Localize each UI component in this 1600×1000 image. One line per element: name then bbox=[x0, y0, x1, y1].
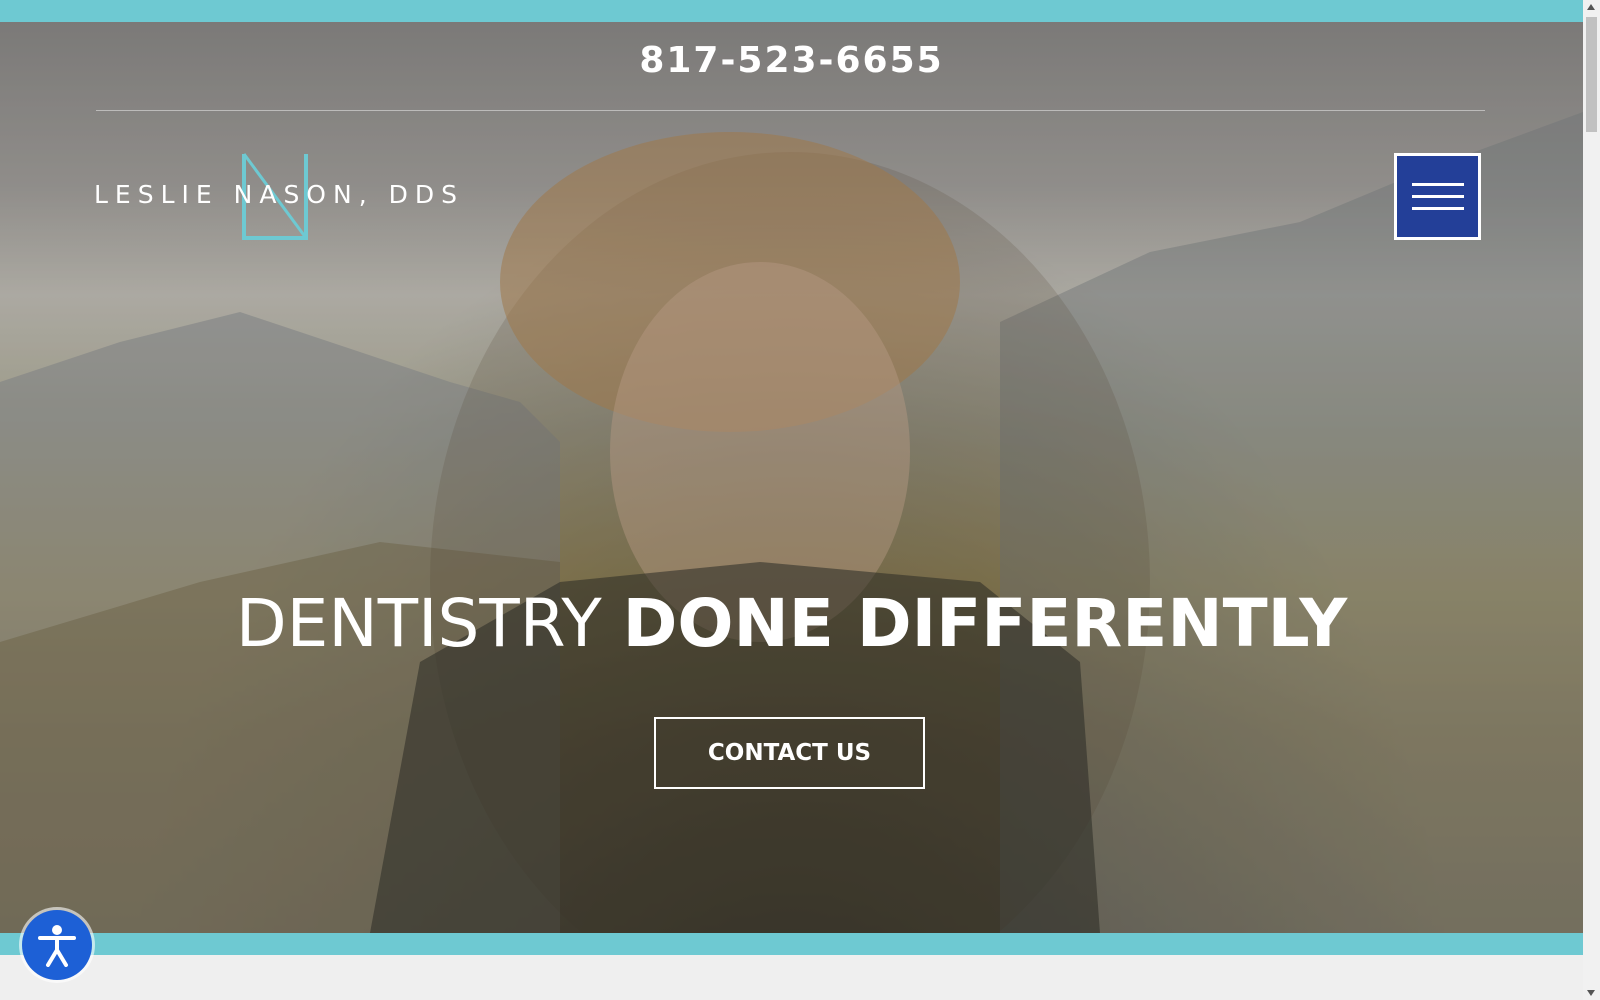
phone-number-link[interactable]: 817-523-6655 bbox=[0, 40, 1583, 81]
page-viewport: 817-523-6655 LESLIE NASON, DDS DENTISTRY… bbox=[0, 0, 1583, 1000]
next-section bbox=[0, 955, 1583, 1000]
hamburger-menu-icon bbox=[1411, 182, 1464, 210]
headline-light: DENTISTRY bbox=[235, 585, 602, 662]
header-divider bbox=[96, 110, 1485, 111]
scroll-thumb[interactable] bbox=[1586, 17, 1597, 132]
scroll-down-icon[interactable] bbox=[1587, 990, 1595, 996]
logo-text: LESLIE NASON, DDS bbox=[94, 180, 464, 209]
contact-us-button[interactable]: CONTACT US bbox=[654, 717, 925, 789]
headline-bold: DONE DIFFERENTLY bbox=[622, 585, 1348, 662]
top-accent-band bbox=[0, 0, 1583, 22]
accessibility-button[interactable] bbox=[22, 910, 92, 980]
menu-button[interactable] bbox=[1394, 153, 1481, 240]
bottom-accent-band bbox=[0, 933, 1583, 955]
site-logo[interactable]: LESLIE NASON, DDS bbox=[94, 150, 464, 245]
hero-headline: DENTISTRY DONE DIFFERENTLY bbox=[0, 585, 1583, 662]
page-scrollbar[interactable] bbox=[1583, 0, 1600, 1000]
accessibility-person-icon bbox=[38, 925, 76, 967]
scroll-up-icon[interactable] bbox=[1587, 4, 1595, 10]
